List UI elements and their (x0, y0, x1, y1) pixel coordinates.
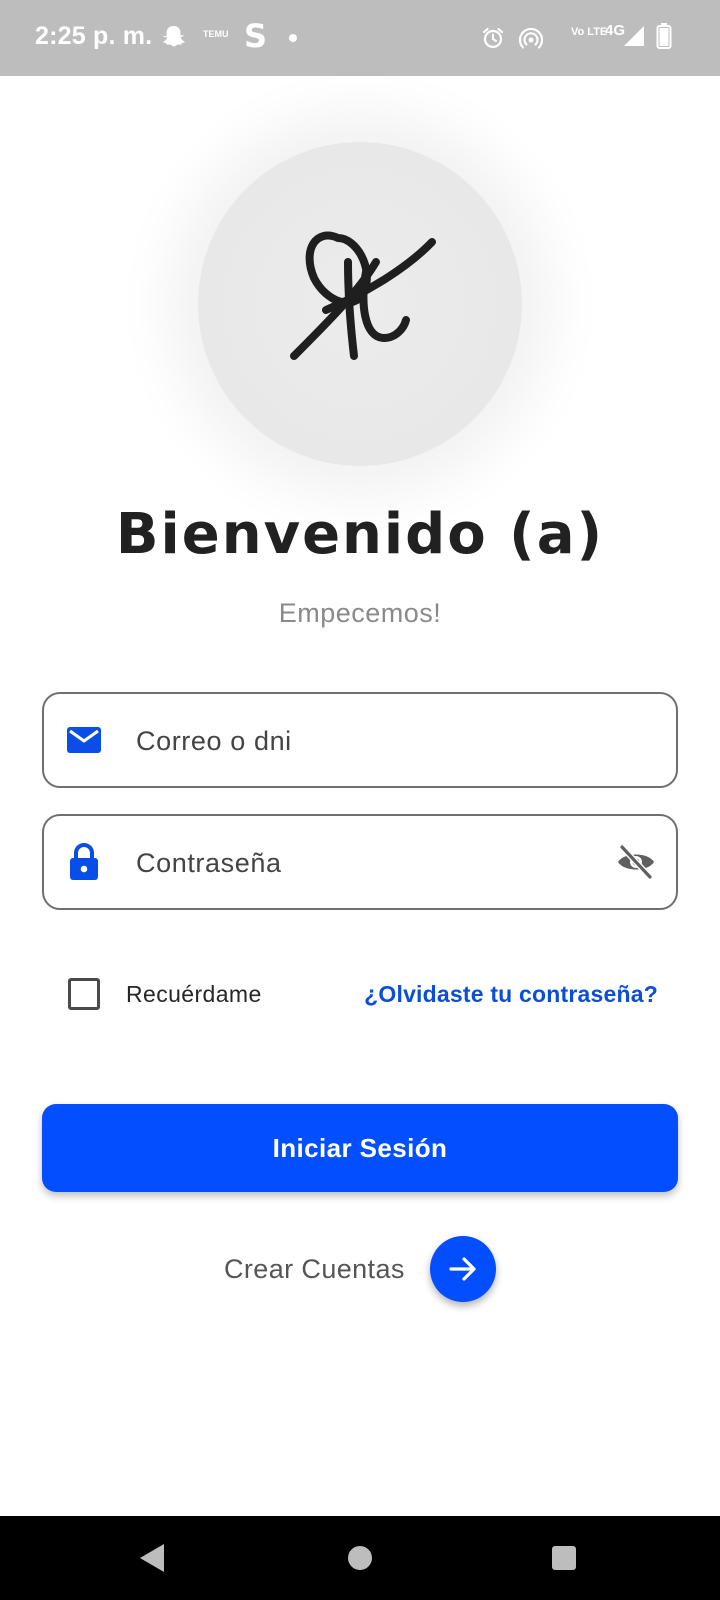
navigation-bar (0, 1516, 720, 1600)
page-subtitle: Empecemos! (278, 598, 442, 628)
create-account-row: Crear Cuentas (0, 1232, 720, 1312)
lock-icon (70, 843, 98, 880)
mail-icon (67, 727, 101, 753)
eye-off-icon[interactable] (616, 844, 656, 880)
page-title: Bienvenido (a) (115, 502, 605, 567)
signature-logo-icon (290, 231, 436, 360)
home-icon[interactable] (346, 1544, 374, 1572)
create-account-button[interactable] (430, 1236, 496, 1302)
password-placeholder: Contraseña (136, 848, 282, 878)
recents-icon[interactable] (550, 1544, 578, 1572)
dot-icon (289, 34, 297, 42)
hotspot-icon (518, 27, 544, 49)
remember-label[interactable]: Recuérdame (126, 981, 262, 1008)
s-app-icon: S (244, 17, 268, 55)
volte-icon: Vo LTE (571, 26, 608, 38)
remember-checkbox[interactable] (68, 978, 100, 1010)
email-placeholder: Correo o dni (136, 726, 292, 756)
arrow-right-icon (449, 1257, 476, 1281)
alarm-icon (482, 27, 504, 49)
signal-icon (624, 26, 644, 46)
email-field[interactable]: Correo o dni (42, 692, 678, 788)
snapchat-icon (163, 26, 185, 47)
forgot-password-link[interactable]: ¿Olvidaste tu contraseña? (364, 981, 658, 1008)
battery-icon (656, 23, 672, 49)
logo-badge (198, 142, 522, 466)
remember-row: Recuérdame ¿Olvidaste tu contraseña? (0, 960, 720, 1020)
back-icon[interactable] (138, 1542, 168, 1574)
status-bar: 2:25 p. m. TEMU S Vo LTE 4G (0, 0, 720, 76)
password-field[interactable]: Contraseña (42, 814, 678, 910)
temu-icon: TEMU (203, 29, 229, 39)
status-time: 2:25 p. m. (35, 22, 153, 50)
create-account-label[interactable]: Crear Cuentas (224, 1254, 405, 1285)
login-button[interactable]: Iniciar Sesión (42, 1104, 678, 1192)
